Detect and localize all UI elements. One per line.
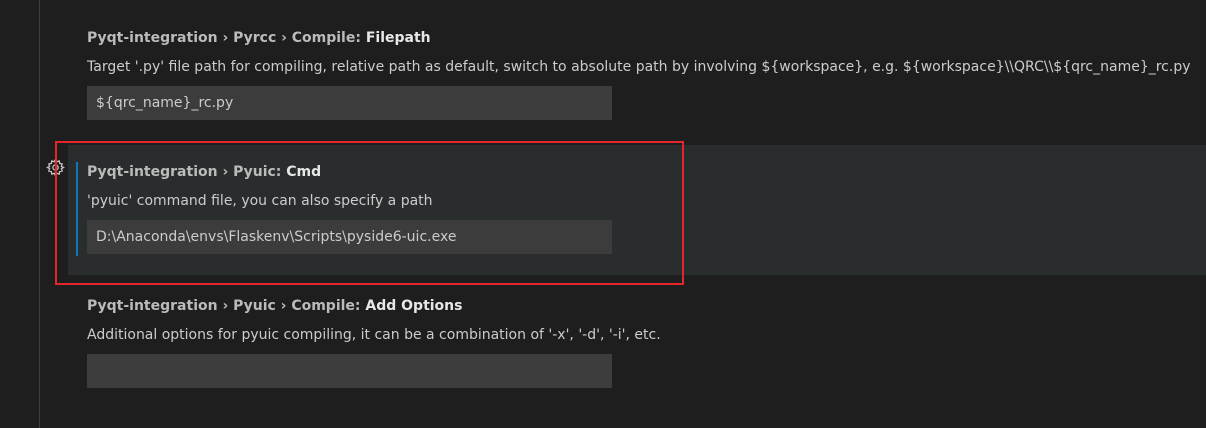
setting-key: Add Options xyxy=(365,298,463,314)
setting-category: Pyqt-integration › Pyrcc › Compile: xyxy=(87,30,366,46)
focus-indicator xyxy=(76,162,78,256)
setting-description: 'pyuic' command file, you can also speci… xyxy=(87,193,433,209)
setting-pyuic-compile-add-options: Pyqt-integration › Pyuic › Compile: Add … xyxy=(87,297,661,388)
setting-description: Additional options for pyuic compiling, … xyxy=(87,327,661,343)
setting-category: Pyqt-integration › Pyuic: xyxy=(87,164,287,180)
filepath-input[interactable] xyxy=(87,86,612,120)
gear-icon[interactable] xyxy=(46,158,65,177)
setting-pyrcc-compile-filepath: Pyqt-integration › Pyrcc › Compile: File… xyxy=(87,29,1191,120)
add-options-input[interactable] xyxy=(87,354,612,388)
setting-description: Target '.py' file path for compiling, re… xyxy=(87,59,1191,75)
setting-title: Pyqt-integration › Pyuic: Cmd xyxy=(87,163,612,181)
settings-page: Pyqt-integration › Pyrcc › Compile: File… xyxy=(0,0,1206,428)
setting-title: Pyqt-integration › Pyuic › Compile: Add … xyxy=(87,297,661,315)
setting-title: Pyqt-integration › Pyrcc › Compile: File… xyxy=(87,29,1191,47)
cmd-input[interactable] xyxy=(87,220,612,254)
setting-pyuic-cmd: Pyqt-integration › Pyuic: Cmd 'pyuic' co… xyxy=(87,163,612,254)
setting-category: Pyqt-integration › Pyuic › Compile: xyxy=(87,298,366,314)
editor-divider xyxy=(39,0,40,428)
setting-key: Cmd xyxy=(286,164,322,180)
setting-key: Filepath xyxy=(365,30,431,46)
